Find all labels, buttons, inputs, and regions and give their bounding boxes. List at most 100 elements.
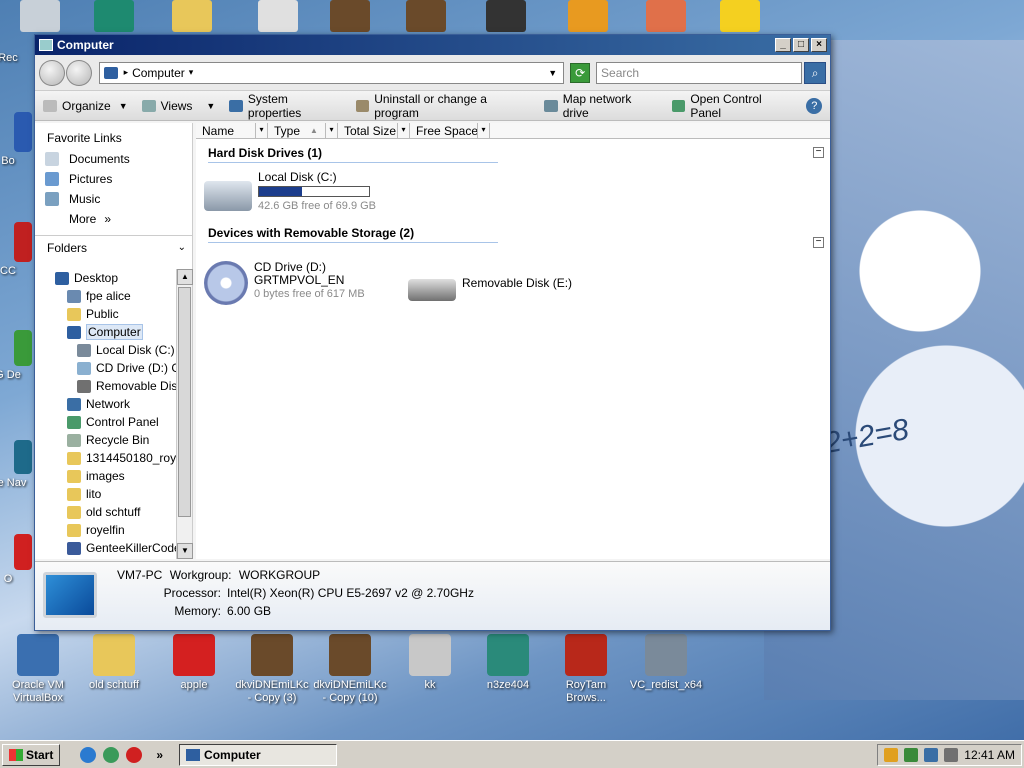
- map-network-drive-button[interactable]: Map network drive: [544, 92, 658, 120]
- folder-tree-scrollbar[interactable]: ▲ ▼: [176, 269, 193, 559]
- folder-icon: [67, 541, 81, 555]
- collapse-group-icon[interactable]: −: [813, 237, 824, 248]
- address-history-dropdown-icon[interactable]: ▼: [548, 68, 557, 78]
- taskbar-button-computer[interactable]: Computer: [179, 743, 338, 766]
- browser-n-icon[interactable]: [103, 746, 120, 763]
- column-dropdown-icon[interactable]: ▾: [397, 123, 409, 138]
- folder-tree-item[interactable]: Computer: [35, 323, 177, 341]
- folder-tree-item[interactable]: Public: [35, 305, 177, 323]
- folder-tree-item[interactable]: fpe alice: [35, 287, 177, 305]
- folder-tree-item[interactable]: Control Panel: [35, 413, 177, 431]
- favorite-pictures[interactable]: Pictures: [35, 169, 192, 189]
- desktop-top-icon-app[interactable]: [94, 0, 134, 32]
- desktop-icon[interactable]: old schtuff: [76, 634, 152, 692]
- location-dropdown-icon[interactable]: ▾: [189, 67, 194, 78]
- column-dropdown-icon[interactable]: ▾: [477, 123, 489, 138]
- volume-icon[interactable]: [944, 747, 959, 762]
- scroll-down-arrow[interactable]: ▼: [177, 543, 193, 559]
- folder-tree-item[interactable]: Desktop: [35, 269, 177, 287]
- folder-tree-item[interactable]: GenteeKillerCode: [35, 539, 177, 557]
- uninstall-program-button[interactable]: Uninstall or change a program: [355, 92, 530, 120]
- desktop-icon[interactable]: Oracle VM VirtualBox: [0, 634, 76, 705]
- desktop-icon[interactable]: dkviDNEmiLKc - Copy (10): [312, 634, 388, 705]
- minimize-button[interactable]: _: [775, 38, 791, 52]
- address-chevron[interactable]: ▸: [124, 67, 129, 78]
- open-control-panel-button[interactable]: Open Control Panel: [671, 92, 793, 120]
- desktop-top-icon-folder[interactable]: [172, 0, 212, 32]
- folder-tree-item[interactable]: Removable Disk: [35, 377, 177, 395]
- drive-c[interactable]: Local Disk (C:) 42.6 GB free of 69.9 GB: [204, 171, 376, 213]
- folder-icon: [67, 289, 81, 303]
- title-bar[interactable]: Computer _ □ ×: [35, 35, 830, 55]
- search-input[interactable]: Search: [596, 61, 803, 84]
- folder-tree-item[interactable]: Recycle Bin: [35, 431, 177, 449]
- drive-e-name: Removable Disk (E:): [462, 276, 573, 290]
- computer-name: VM7-PC: [117, 568, 163, 582]
- column-dropdown-icon[interactable]: ▾: [325, 123, 337, 138]
- system-properties-button[interactable]: System properties: [229, 92, 341, 120]
- close-button[interactable]: ×: [811, 38, 827, 52]
- desktop-top-icon-clock[interactable]: [258, 0, 298, 32]
- internet-explorer-icon[interactable]: [80, 746, 97, 763]
- search-button[interactable]: ⌕: [804, 61, 826, 84]
- folder-tree-item[interactable]: 1314450180_royal: [35, 449, 177, 467]
- collapse-group-icon[interactable]: −: [813, 147, 824, 158]
- folder-tree-item[interactable]: images: [35, 467, 177, 485]
- refresh-button[interactable]: ⟳: [570, 62, 591, 83]
- address-field[interactable]: ▸ Computer ▾ ▼: [98, 61, 565, 84]
- favorite-links-header: Favorite Links: [47, 131, 122, 145]
- desktop-icon[interactable]: n3ze404: [470, 634, 546, 692]
- desktop-top-icon-video-1[interactable]: [330, 0, 370, 32]
- folder-tree-item[interactable]: CD Drive (D:) GF: [35, 359, 177, 377]
- back-button[interactable]: [39, 59, 65, 86]
- folder-icon: [67, 307, 81, 321]
- desktop-top-icon-z[interactable]: [720, 0, 760, 32]
- column-total-size[interactable]: Total Size ▾: [338, 123, 410, 138]
- scroll-up-arrow[interactable]: ▲: [177, 269, 193, 285]
- desktop-top-icon-recycle[interactable]: [20, 0, 60, 32]
- desktop-top-icon-clapper[interactable]: [486, 0, 526, 32]
- scroll-thumb[interactable]: [178, 287, 191, 517]
- folder-tree-item[interactable]: old schtuff: [35, 503, 177, 521]
- folder-tree-item[interactable]: Local Disk (C:): [35, 341, 177, 359]
- desktop-icon-image: [329, 634, 371, 676]
- column-dropdown-icon[interactable]: ▾: [255, 123, 267, 138]
- folder-tree-item[interactable]: Network: [35, 395, 177, 413]
- favorite-more[interactable]: More»: [35, 209, 192, 229]
- start-button[interactable]: Start: [2, 743, 61, 766]
- folders-header[interactable]: Folders ⌄: [35, 235, 192, 259]
- organize-button[interactable]: Organize ▼: [43, 99, 128, 113]
- forward-button[interactable]: [65, 59, 92, 86]
- column-type[interactable]: Type ▲ ▾: [268, 123, 338, 138]
- opera-icon[interactable]: [126, 746, 143, 763]
- desktop-top-icon-video-2[interactable]: [406, 0, 446, 32]
- update-icon[interactable]: [904, 747, 919, 762]
- group-removable-storage[interactable]: Devices with Removable Storage (2): [208, 223, 498, 243]
- desktop-top-icon-people[interactable]: [646, 0, 686, 32]
- maximize-button[interactable]: □: [793, 38, 809, 52]
- folder-tree-item[interactable]: lito: [35, 485, 177, 503]
- security-shield-icon[interactable]: [884, 747, 899, 762]
- desktop-icon[interactable]: RoyTam Brows...: [548, 634, 624, 705]
- address-location[interactable]: Computer: [132, 66, 185, 80]
- desktop-icon[interactable]: dkviDNEmiLKc - Copy (3): [234, 634, 310, 705]
- favorite-documents[interactable]: Documents: [35, 149, 192, 169]
- group-hard-disk-drives[interactable]: Hard Disk Drives (1): [208, 143, 498, 163]
- quick-launch-more[interactable]: »: [156, 748, 163, 762]
- folder-tree-item[interactable]: royelfin: [35, 521, 177, 539]
- desktop-icon-label: RoyTam Brows...: [565, 679, 607, 704]
- desktop-icon[interactable]: apple: [156, 634, 232, 692]
- control-panel-icon: [671, 99, 686, 112]
- drive-d[interactable]: CD Drive (D:) GRTMPVOL_EN 0 bytes free o…: [204, 261, 365, 305]
- desktop-top-icon-media[interactable]: [568, 0, 608, 32]
- column-name[interactable]: Name ▾: [196, 123, 268, 138]
- clock[interactable]: 12:41 AM: [964, 748, 1015, 762]
- views-button[interactable]: Views ▼: [141, 99, 215, 113]
- favorite-music[interactable]: Music: [35, 189, 192, 209]
- help-icon[interactable]: ?: [806, 97, 823, 114]
- network-icon[interactable]: [924, 747, 939, 762]
- column-free-space[interactable]: Free Space ▾: [410, 123, 490, 138]
- desktop-icon[interactable]: VC_redist_x64: [628, 634, 704, 692]
- drive-e[interactable]: Removable Disk (E:): [408, 273, 572, 301]
- desktop-icon[interactable]: kk: [392, 634, 468, 692]
